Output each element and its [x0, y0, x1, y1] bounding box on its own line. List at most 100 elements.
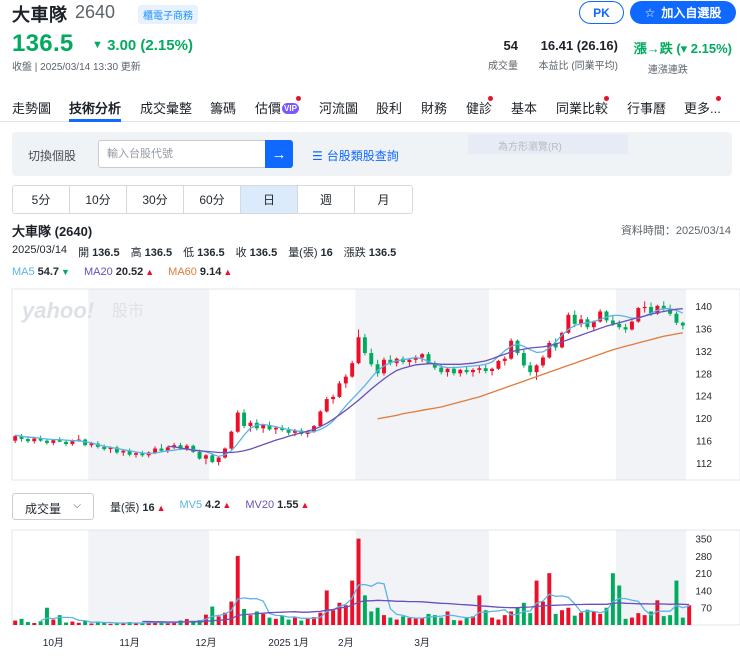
volume-bar — [331, 610, 336, 625]
candle-body — [242, 412, 247, 427]
month-label: 12月 — [195, 637, 216, 649]
volume-bar — [25, 622, 30, 625]
volume-bar — [547, 573, 552, 625]
candle-body — [534, 365, 539, 373]
volume-bar — [273, 618, 278, 625]
volume-bar — [515, 607, 520, 625]
volume-bar — [572, 615, 577, 625]
candle-body — [13, 436, 18, 441]
candle-body — [521, 353, 526, 366]
candle-body — [540, 357, 545, 366]
candle-body — [483, 368, 488, 372]
volume-bar — [32, 623, 37, 625]
month-band — [355, 530, 489, 625]
candle-body — [451, 368, 456, 374]
volume-bar — [267, 617, 272, 625]
volume-bar — [477, 595, 482, 625]
volume-bar — [45, 607, 49, 625]
volume-bar — [318, 612, 323, 625]
month-label: 3月 — [414, 637, 430, 649]
volume-bar — [280, 615, 285, 625]
volume-bar — [445, 611, 450, 625]
volume-bar — [394, 619, 399, 625]
volume-bar — [299, 620, 304, 625]
candle-body — [203, 455, 208, 459]
candle-body — [184, 445, 189, 449]
volume-bar — [458, 620, 463, 625]
volume-tick-label: 280 — [695, 552, 712, 563]
candle-body — [134, 453, 138, 455]
candle-body — [45, 440, 49, 443]
volume-bar — [623, 618, 628, 625]
volume-bar — [629, 617, 634, 625]
volume-bar — [51, 619, 56, 625]
candle-body — [509, 340, 514, 359]
candle-body — [286, 430, 291, 433]
volume-bar — [560, 610, 564, 625]
candle-body — [57, 440, 62, 442]
candle-body — [604, 311, 609, 321]
candle-body — [636, 308, 641, 322]
candle-body — [629, 321, 634, 330]
volume-bar — [496, 619, 501, 625]
candle-body — [64, 441, 69, 445]
stock-chart[interactable]: yahoo! 股市 112 116 120 124 128 132 136 140 70 140 210… — [0, 0, 740, 666]
candle-body — [25, 438, 30, 442]
candle-body — [261, 424, 266, 429]
volume-bar — [261, 613, 266, 625]
volume-bar — [598, 613, 603, 625]
yahoo-watermark: yahoo! — [21, 298, 94, 323]
candle-body — [121, 450, 126, 453]
volume-bar — [229, 601, 234, 625]
candle-body — [623, 327, 628, 330]
candle-body — [159, 448, 164, 451]
watermark-suffix: 股市 — [112, 302, 144, 320]
candle-body — [642, 306, 647, 309]
volume-tick-label: 140 — [695, 586, 712, 597]
candle-body — [51, 440, 56, 443]
volume-bar — [57, 615, 62, 625]
candle-body — [337, 383, 342, 397]
price-tick-label: 116 — [696, 437, 712, 448]
month-label: 11月 — [119, 637, 139, 649]
candle-body — [216, 457, 221, 463]
volume-bar — [242, 608, 247, 625]
volume-bar — [528, 613, 533, 625]
candle-body — [464, 369, 469, 373]
month-label: 2月 — [338, 637, 354, 649]
month-band — [88, 530, 210, 625]
candle-body — [680, 322, 685, 326]
volume-bar — [108, 623, 113, 625]
volume-bar — [617, 585, 622, 625]
volume-bar — [521, 602, 526, 625]
month-label: 2025 1月 — [268, 637, 309, 649]
candle-body — [324, 399, 329, 412]
volume-bar — [464, 618, 469, 625]
candle-body — [439, 367, 444, 373]
candle-body — [610, 320, 615, 324]
candle-body — [32, 438, 37, 442]
volume-bar — [89, 623, 94, 625]
volume-bar — [553, 613, 558, 625]
candle-body — [273, 427, 278, 430]
candle-body — [617, 323, 622, 328]
volume-bar — [369, 611, 374, 625]
volume-bar — [610, 573, 615, 625]
price-tick-label: 112 — [696, 459, 712, 470]
candle-body — [191, 445, 196, 452]
candle-body — [674, 313, 679, 323]
price-tick-label: 124 — [695, 392, 712, 403]
candle-body — [502, 358, 507, 361]
volume-bar — [661, 616, 666, 625]
candle-body — [490, 368, 495, 372]
volume-bar — [636, 613, 641, 625]
volume-bar — [343, 605, 348, 625]
candle-body — [248, 422, 253, 427]
candle-body — [331, 396, 336, 400]
volume-tick-label: 350 — [695, 535, 712, 546]
price-tick-label: 136 — [695, 324, 712, 335]
candle-body — [420, 354, 425, 358]
volume-bar — [165, 623, 170, 625]
candle-body — [407, 359, 412, 363]
volume-bar — [439, 617, 444, 625]
